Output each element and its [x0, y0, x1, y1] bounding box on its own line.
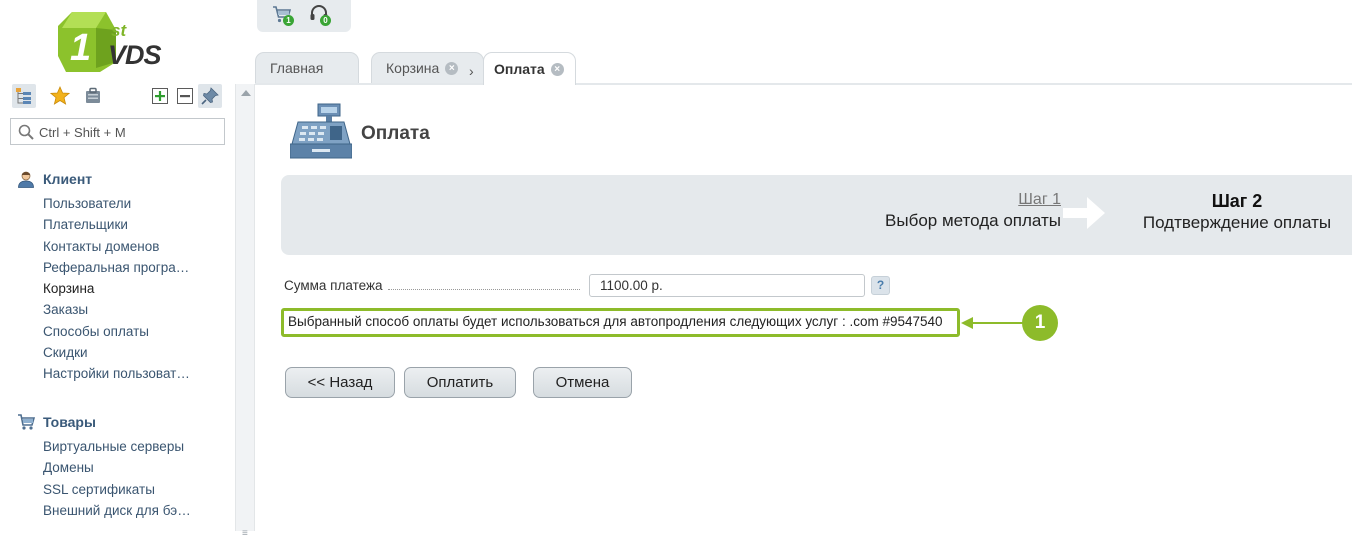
nav-group-title: Клиент [43, 171, 93, 187]
favorites-button[interactable] [48, 84, 72, 108]
help-button[interactable]: ? [871, 276, 890, 295]
support-count-badge: 0 [320, 15, 331, 26]
back-button[interactable]: << Назад [285, 367, 395, 398]
nav-item-orders[interactable]: Заказы [43, 299, 203, 320]
nav-group-header[interactable]: Клиент [17, 168, 92, 190]
page-title: Оплата [361, 123, 430, 144]
callout-line [964, 322, 1024, 324]
collapse-all-button[interactable] [173, 84, 197, 108]
pin-icon [201, 87, 219, 105]
tab-home[interactable]: Главная [255, 52, 359, 83]
nav-item-ssl[interactable]: SSL сертификаты [43, 479, 203, 500]
nav-item-payment-methods[interactable]: Способы оплаты [43, 321, 203, 342]
logo-superscript: st [111, 21, 127, 40]
close-icon[interactable]: × [445, 61, 459, 75]
grip-icon[interactable]: ≡ [242, 528, 248, 539]
logo-text: VDS [108, 40, 162, 70]
tab-label: Главная [270, 60, 324, 76]
support-button[interactable]: 0 [308, 3, 332, 27]
amount-label: Сумма платежа [284, 278, 383, 293]
nav-item-domains[interactable]: Домены [43, 457, 203, 478]
cancel-button[interactable]: Отмена [533, 367, 632, 398]
tab-cart[interactable]: Корзина × [371, 52, 484, 83]
sidebar-toolbar [10, 84, 225, 108]
close-icon[interactable]: × [550, 62, 564, 76]
cart-count-badge: 1 [283, 15, 294, 26]
tab-bar: Главная Корзина × › Оплата × [255, 52, 1352, 85]
tab-label: Корзина [386, 60, 440, 76]
dotted-leader [388, 289, 580, 290]
search-icon [18, 124, 34, 140]
nav-item-backup-disk[interactable]: Внешний диск для бэ… [43, 500, 203, 521]
expand-all-button[interactable] [148, 84, 172, 108]
nav-item-virtual-servers[interactable]: Виртуальные серверы [43, 436, 203, 457]
nav-item-user-settings[interactable]: Настройки пользоват… [43, 363, 203, 384]
sidebar: 1 st VDS Ctrl + Shift + M Клиент Пользов… [0, 0, 235, 531]
nav-list: Пользователи Плательщики Контакты домено… [43, 193, 203, 385]
tab-label: Оплата [494, 61, 545, 77]
nav-list: Виртуальные серверы Домены SSL сертифика… [43, 436, 203, 521]
arrow-right-icon [1063, 197, 1105, 229]
main-content: Оплата Шаг 1 Выбор метода оплаты Шаг 2 П… [256, 86, 1352, 531]
step-1-link[interactable]: Шаг 1 [821, 191, 1061, 209]
cart-icon [18, 414, 35, 430]
pay-button[interactable]: Оплатить [404, 367, 516, 398]
svg-text:1: 1 [70, 27, 91, 69]
step-1: Шаг 1 Выбор метода оплаты [821, 191, 1061, 231]
nav-group-header[interactable]: Товары [17, 411, 96, 433]
top-toolbar: 1 0 [257, 0, 351, 32]
callout-badge: 1 [1022, 305, 1058, 341]
nav-item-referral[interactable]: Реферальная програ… [43, 257, 203, 278]
minus-square-icon [177, 88, 193, 104]
steps-panel: Шаг 1 Выбор метода оплаты Шаг 2 Подтверж… [281, 175, 1352, 255]
search-input[interactable] [39, 123, 219, 141]
tree-icon [16, 88, 31, 104]
callout-arrow-icon [961, 317, 973, 329]
tree-view-button[interactable] [12, 84, 36, 108]
nav-item-discounts[interactable]: Скидки [43, 342, 203, 363]
chevron-right-icon: › [469, 63, 474, 79]
nav-item-cart[interactable]: Корзина [43, 278, 203, 299]
cart-button[interactable]: 1 [271, 3, 295, 27]
star-icon [50, 86, 70, 105]
nav-item-domain-contacts[interactable]: Контакты доменов [43, 236, 203, 257]
clipboard-button[interactable] [81, 84, 105, 108]
step-1-description: Выбор метода оплаты [885, 211, 1061, 230]
plus-square-icon [152, 88, 168, 104]
autorenew-notice: Выбранный способ оплаты будет использова… [281, 308, 960, 337]
tab-payment[interactable]: Оплата × [483, 52, 576, 85]
sidebar-splitter[interactable]: ≡ [235, 84, 255, 539]
briefcase-icon [86, 87, 100, 103]
step-2-title: Шаг 2 [1211, 191, 1263, 211]
nav-item-users[interactable]: Пользователи [43, 193, 203, 214]
menu-search [10, 118, 225, 145]
amount-field[interactable] [589, 274, 865, 297]
user-icon [18, 171, 34, 188]
nav-item-payers[interactable]: Плательщики [43, 214, 203, 235]
cash-register-icon [290, 103, 352, 159]
step-2-description: Подтверждение оплаты [1142, 213, 1332, 232]
pin-sidebar-button[interactable] [198, 84, 222, 108]
nav-group-title: Товары [43, 414, 96, 430]
step-2: Шаг 2 Подтверждение оплаты [1137, 191, 1337, 233]
scroll-up-icon[interactable] [241, 90, 251, 96]
